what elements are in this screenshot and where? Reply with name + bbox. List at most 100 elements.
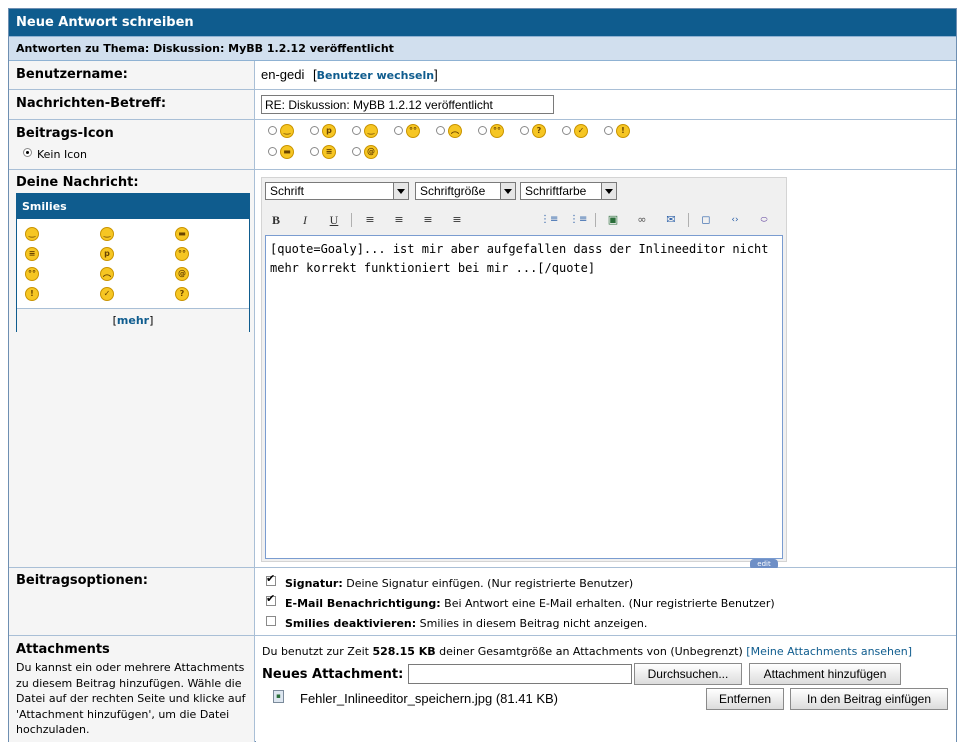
image-file-icon: ▪ (273, 690, 284, 703)
align-right-icon[interactable]: ≡ (419, 211, 437, 229)
insert-email-icon[interactable]: ✉ (662, 211, 680, 229)
insert-php-icon[interactable]: ⬭ (755, 211, 773, 229)
icon-radio[interactable] (310, 147, 319, 156)
disable-smilies-checkbox[interactable] (266, 616, 276, 626)
icon-radio[interactable] (268, 147, 277, 156)
icon-radio[interactable] (436, 126, 445, 135)
question-icon[interactable]: ? (175, 287, 189, 301)
no-icon-label: Kein Icon (37, 148, 87, 161)
signature-option: Signatur: Deine Signatur einfügen. (Nur … (285, 577, 634, 590)
at-icon[interactable]: @ (175, 267, 189, 281)
ordered-list-icon[interactable]: ⋮≡ (540, 211, 558, 229)
subject-label: Nachrichten-Betreff: (16, 96, 167, 111)
attachments-row: Attachments Du kannst ein oder mehrere A… (9, 636, 956, 742)
message-editor: Schrift Schriftgröße Schriftfarbe B I U … (261, 177, 787, 562)
smilies-title: Smilies (17, 194, 249, 219)
disable-smilies-option: Smilies deaktivieren: Smilies in diesem … (285, 617, 648, 630)
font-color-select[interactable]: Schriftfarbe (520, 182, 617, 200)
icon-picker: ‿ p ‿ °° ︵ °° ? ✓ ! ▬ ≡ @ (256, 120, 956, 169)
rolleyes-icon[interactable]: °° (25, 267, 39, 281)
icon-radio[interactable] (478, 126, 487, 135)
biggrin-icon: ‿ (364, 124, 378, 138)
chevron-down-icon (500, 183, 515, 199)
no-icon-radio[interactable] (23, 148, 32, 157)
font-select[interactable]: Schrift (265, 182, 409, 200)
message-row: Deine Nachricht: Smilies ‿ ‿ ▬ ≡ p °° °°… (9, 170, 956, 570)
laugh-icon[interactable]: ≡ (25, 247, 39, 261)
align-justify-icon[interactable]: ≡ (448, 211, 466, 229)
question-icon: ? (532, 124, 546, 138)
smilies-footer: [mehr] (17, 308, 249, 332)
wink-icon[interactable]: ‿ (100, 227, 114, 241)
smilies-box: Smilies ‿ ‿ ▬ ≡ p °° °° ︵ @ ! ✓ ? [mehr] (16, 193, 250, 332)
add-attachment-button[interactable]: Attachment hinzufügen (749, 663, 901, 685)
username-label: Benutzername: (16, 67, 128, 82)
icon-radio[interactable] (352, 126, 361, 135)
insert-into-post-button[interactable]: In den Beitrag einfügen (790, 688, 948, 710)
insert-quote-icon[interactable]: ◻ (697, 211, 715, 229)
username-row: Benutzername: en-gedi [Benutzer wechseln… (9, 61, 956, 90)
angel-icon[interactable]: ✓ (100, 287, 114, 301)
align-left-icon[interactable]: ≡ (361, 211, 379, 229)
angel-icon: ✓ (574, 124, 588, 138)
message-label: Deine Nachricht: (16, 175, 139, 190)
change-user-link-wrapper: [Benutzer wechseln] (313, 67, 438, 82)
insert-link-icon[interactable]: ∞ (633, 211, 651, 229)
font-size-select[interactable]: Schriftgröße (415, 182, 516, 200)
message-textarea[interactable]: [quote=Goaly]... ist mir aber aufgefalle… (265, 235, 783, 559)
insert-code-icon[interactable]: ‹› (726, 211, 744, 229)
email-notify-checkbox[interactable] (266, 592, 276, 606)
post-icon-label: Beitrags-Icon (16, 126, 114, 141)
subject-input[interactable] (261, 95, 554, 114)
email-notify-option: E-Mail Benachrichtigung: Bei Antwort ein… (285, 597, 775, 610)
attachments-help: Du kannst ein oder mehrere Attachments z… (16, 661, 246, 736)
icon-radio[interactable] (310, 126, 319, 135)
exclamation-icon[interactable]: ! (25, 287, 39, 301)
smile-icon: ‿ (280, 124, 294, 138)
sad-icon: ︵ (448, 124, 462, 138)
reply-form-panel: Neue Antwort schreiben Antworten zu Them… (8, 8, 957, 742)
chevron-down-icon (601, 183, 616, 199)
icon-radio[interactable] (268, 126, 277, 135)
exclamation-icon: ! (616, 124, 630, 138)
underline-icon[interactable]: U (325, 211, 343, 229)
file-path-input[interactable] (408, 664, 632, 684)
signature-checkbox[interactable] (266, 572, 276, 586)
tongue-icon[interactable]: p (100, 247, 114, 261)
icon-radio[interactable] (394, 126, 403, 135)
view-attachments-link[interactable]: [Meine Attachments ansehen] (746, 645, 912, 658)
chevron-down-icon (393, 183, 408, 199)
attachment-usage: Du benutzt zur Zeit 528.15 KB deiner Ges… (262, 645, 913, 658)
icon-radio[interactable] (562, 126, 571, 135)
bold-icon[interactable]: B (267, 211, 285, 229)
laugh-icon: ≡ (322, 145, 336, 159)
align-center-icon[interactable]: ≡ (390, 211, 408, 229)
smilies-more-link[interactable]: mehr (117, 314, 149, 327)
form-title: Neue Antwort schreiben (9, 9, 956, 36)
confused-icon[interactable]: °° (175, 247, 189, 261)
sad-icon[interactable]: ︵ (100, 267, 114, 281)
confused-icon: °° (490, 124, 504, 138)
icon-radio[interactable] (604, 126, 613, 135)
tongue-icon: p (322, 124, 336, 138)
username-value: en-gedi (261, 67, 305, 82)
change-user-link[interactable]: Benutzer wechseln (317, 69, 434, 82)
insert-image-icon[interactable]: ▣ (604, 211, 622, 229)
options-row: Beitragsoptionen: Signatur: Deine Signat… (9, 568, 956, 636)
attachments-label: Attachments (16, 642, 110, 657)
icon-radio[interactable] (520, 126, 529, 135)
cool-icon[interactable]: ▬ (175, 227, 189, 241)
remove-attachment-button[interactable]: Entfernen (706, 688, 784, 710)
attachment-file-name: Fehler_Inlineeditor_speichern.jpg (81.41… (300, 691, 558, 706)
icon-radio[interactable] (352, 147, 361, 156)
new-attachment-label: Neues Attachment: (262, 667, 404, 682)
cool-icon: ▬ (280, 145, 294, 159)
thread-subtitle: Antworten zu Thema: Diskussion: MyBB 1.2… (9, 36, 956, 61)
at-icon: @ (364, 145, 378, 159)
italic-icon[interactable]: I (296, 211, 314, 229)
bullet-list-icon[interactable]: ⋮≡ (569, 211, 587, 229)
smile-icon[interactable]: ‿ (25, 227, 39, 241)
subject-row: Nachrichten-Betreff: (9, 90, 956, 120)
browse-button[interactable]: Durchsuchen... (634, 663, 742, 685)
post-icon-row: Beitrags-Icon Kein Icon ‿ p ‿ °° ︵ °° ? … (9, 120, 956, 170)
